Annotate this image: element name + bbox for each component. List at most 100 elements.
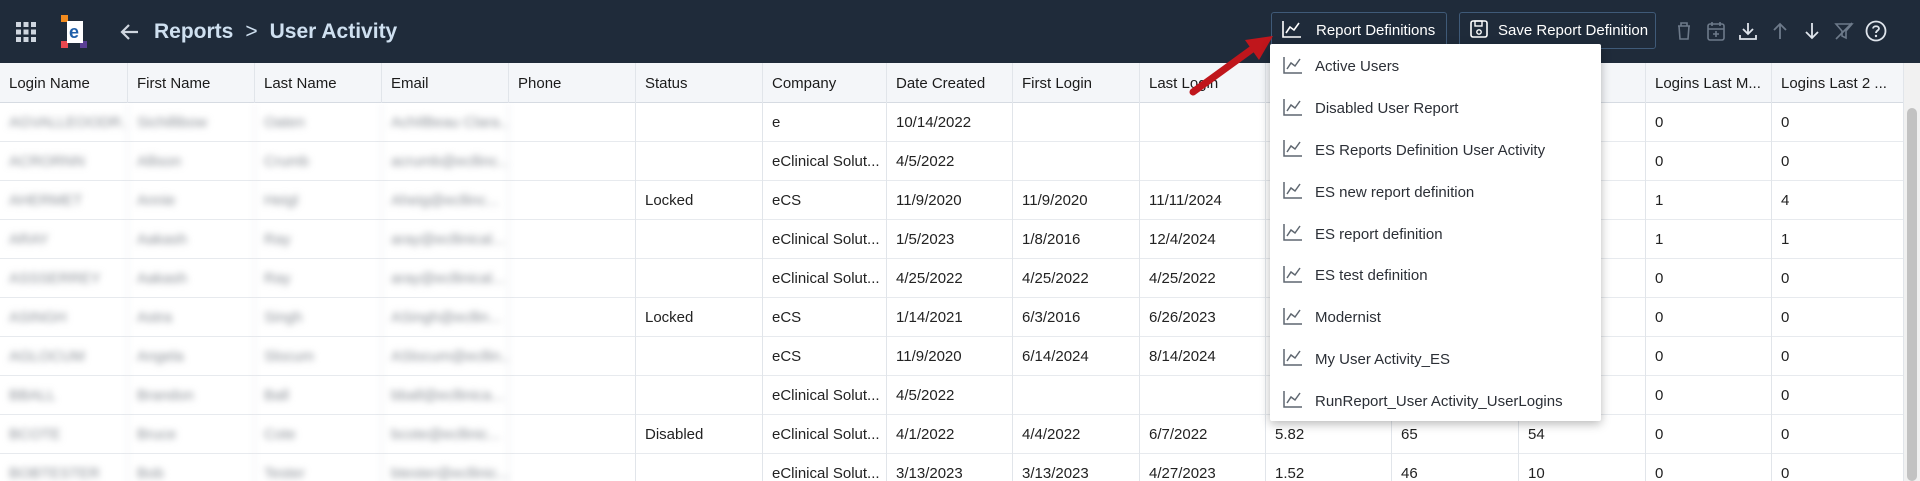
chart-line-icon xyxy=(1283,181,1315,203)
dropdown-item[interactable]: ES new report definition xyxy=(1270,171,1601,213)
table-cell: 0 xyxy=(1772,103,1904,142)
download-icon[interactable] xyxy=(1732,19,1764,43)
dropdown-item[interactable]: Disabled User Report xyxy=(1270,88,1601,130)
calendar-add-icon[interactable] xyxy=(1700,19,1732,43)
table-row[interactable]: BOBTESTER Bob Tester btester@ecllinic... eCl… xyxy=(0,454,1904,481)
dropdown-item-label: RunReport_User Activity_UserLogins xyxy=(1315,392,1563,410)
table-cell: BOBTESTER xyxy=(0,454,128,481)
dropdown-item[interactable]: ES Reports Definition User Activity xyxy=(1270,130,1601,172)
table-cell: 0 xyxy=(1772,376,1904,415)
table-cell: acrumb@ecllinc... xyxy=(382,142,509,181)
table-cell: 10 xyxy=(1519,454,1646,481)
column-header[interactable]: First Login xyxy=(1013,63,1140,103)
column-header[interactable]: First Name xyxy=(128,63,255,103)
column-header[interactable]: Date Created xyxy=(887,63,1013,103)
table-cell xyxy=(1140,376,1266,415)
apps-grid-icon[interactable] xyxy=(12,18,40,46)
table-cell: 0 xyxy=(1646,376,1772,415)
dropdown-item[interactable]: RunReport_User Activity_UserLogins xyxy=(1270,380,1601,422)
column-header[interactable]: Company xyxy=(763,63,887,103)
column-header[interactable]: Status xyxy=(636,63,763,103)
table-cell: Bob xyxy=(128,454,255,481)
table-cell: Crumb xyxy=(255,142,382,181)
table-cell: Singh xyxy=(255,298,382,337)
table-cell: ARAY xyxy=(0,220,128,259)
table-cell: 46 xyxy=(1392,454,1519,481)
table-cell xyxy=(509,220,636,259)
table-row[interactable]: AGVALLEOODR... Sichillibow Oaten AchIlBeau … xyxy=(0,103,1904,142)
table-cell: Aakash xyxy=(128,259,255,298)
grid-header-row: Login Name First Name Last Name Email Phone S… xyxy=(0,63,1904,103)
table-cell: AGVALLEOODR... xyxy=(0,103,128,142)
table-cell: 6/7/2022 xyxy=(1140,415,1266,454)
table-cell: Disabled xyxy=(636,415,763,454)
table-cell: aray@ecllinical... xyxy=(382,220,509,259)
save-report-definition-label: Save Report Definition xyxy=(1498,22,1649,39)
filter-off-icon[interactable] xyxy=(1828,19,1860,43)
dropdown-item[interactable]: My User Activity_ES xyxy=(1270,339,1601,381)
table-cell: 1/14/2021 xyxy=(887,298,1013,337)
dropdown-item-label: ES new report definition xyxy=(1315,183,1475,201)
table-row[interactable]: BBALL Brandon Ball bball@ecllinica... eClini… xyxy=(0,376,1904,415)
table-cell: 4/5/2022 xyxy=(887,376,1013,415)
chart-line-icon xyxy=(1283,265,1315,287)
top-bar: e Reports > User Activity Report Definit… xyxy=(0,0,1920,63)
table-cell: BBALL xyxy=(0,376,128,415)
table-cell: 6/14/2024 xyxy=(1013,337,1140,376)
table-cell: 4/4/2022 xyxy=(1013,415,1140,454)
table-row[interactable]: ASINGH Astra Singh ASingh@ecllin... Locked eC… xyxy=(0,298,1904,337)
help-icon[interactable] xyxy=(1860,19,1892,43)
column-header[interactable]: Email xyxy=(382,63,509,103)
dropdown-item-label: Disabled User Report xyxy=(1315,100,1459,118)
table-cell: Aheig@ecllinc... xyxy=(382,181,509,220)
column-header[interactable]: Logins Last 2 ... xyxy=(1772,63,1904,103)
scrollbar-thumb[interactable] xyxy=(1907,108,1917,481)
breadcrumb-reports-link[interactable]: Reports xyxy=(154,20,233,44)
table-cell: e xyxy=(763,103,887,142)
table-cell: eCS xyxy=(763,337,887,376)
chart-line-icon xyxy=(1283,98,1315,120)
table-cell: Oaten xyxy=(255,103,382,142)
table-cell: eClinical Solut... xyxy=(763,142,887,181)
table-cell: Locked xyxy=(636,298,763,337)
trash-icon[interactable] xyxy=(1668,19,1700,43)
table-cell: Bruce xyxy=(128,415,255,454)
table-cell: Allison xyxy=(128,142,255,181)
column-header[interactable]: Login Name xyxy=(0,63,128,103)
table-row[interactable]: ACRORNN Allison Crumb acrumb@ecllinc... eCli… xyxy=(0,142,1904,181)
table-cell: 1.52 xyxy=(1266,454,1392,481)
dropdown-item[interactable]: Active Users xyxy=(1270,46,1601,88)
table-row[interactable]: ASSSERREY Aakash Ray aray@ecllinical... eCli… xyxy=(0,259,1904,298)
table-row[interactable]: AGLOCUM Angela Slocum ASlocum@ecllin... eCS 1… xyxy=(0,337,1904,376)
table-row[interactable]: ARAY Aakash Ray aray@ecllinical... eClinical… xyxy=(0,220,1904,259)
table-cell: ACRORNN xyxy=(0,142,128,181)
table-cell: 0 xyxy=(1772,298,1904,337)
column-header[interactable]: Phone xyxy=(509,63,636,103)
table-cell: Ray xyxy=(255,220,382,259)
table-cell xyxy=(636,259,763,298)
table-cell xyxy=(1140,103,1266,142)
column-header[interactable]: Logins Last M... xyxy=(1646,63,1772,103)
table-cell xyxy=(1013,103,1140,142)
table-cell: 1/5/2023 xyxy=(887,220,1013,259)
table-cell: 0 xyxy=(1646,415,1772,454)
table-cell xyxy=(1013,376,1140,415)
table-cell: bcote@ecllinic... xyxy=(382,415,509,454)
column-header[interactable]: Last Name xyxy=(255,63,382,103)
arrow-down-icon[interactable] xyxy=(1796,19,1828,43)
table-cell: AGLOCUM xyxy=(0,337,128,376)
dropdown-item[interactable]: ES report definition xyxy=(1270,213,1601,255)
app-logo[interactable]: e xyxy=(58,13,90,51)
table-cell: ASINGH xyxy=(0,298,128,337)
dropdown-item[interactable]: ES test definition xyxy=(1270,255,1601,297)
table-row[interactable]: BCOTE Bruce Cote bcote@ecllinic... Disabled e… xyxy=(0,415,1904,454)
table-cell xyxy=(636,103,763,142)
dropdown-item[interactable]: Modernist xyxy=(1270,297,1601,339)
back-arrow-icon[interactable] xyxy=(116,18,144,46)
table-cell: 0 xyxy=(1646,259,1772,298)
breadcrumb-separator: > xyxy=(245,19,258,43)
table-row[interactable]: AHERMET Annie Heigl Aheig@ecllinc... Locked e… xyxy=(0,181,1904,220)
arrow-up-icon[interactable] xyxy=(1764,19,1796,43)
table-cell: 8/14/2024 xyxy=(1140,337,1266,376)
table-cell: Locked xyxy=(636,181,763,220)
